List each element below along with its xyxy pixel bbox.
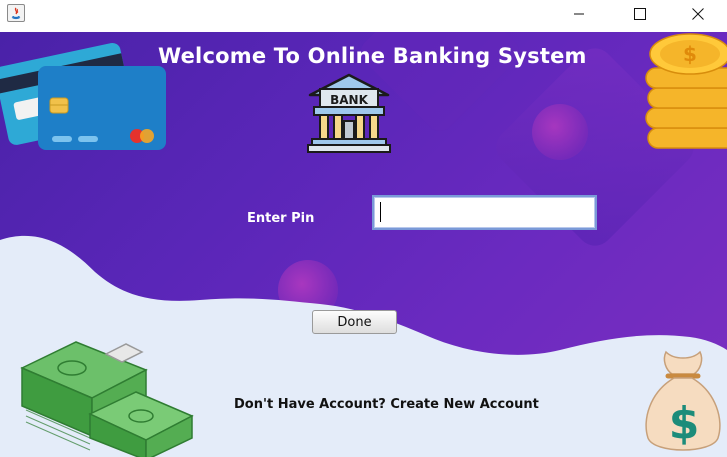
maximize-button[interactable] [617, 0, 663, 28]
close-icon [692, 8, 704, 20]
login-panel: Welcome To Online Banking System BANK $ … [0, 32, 727, 457]
cash-stack-icon [20, 341, 194, 457]
done-button[interactable]: Done [312, 310, 397, 334]
pin-label: Enter Pin [247, 211, 315, 226]
text-caret [380, 202, 381, 222]
close-button[interactable] [675, 0, 721, 28]
maximize-icon [634, 8, 646, 20]
pin-input[interactable] [372, 195, 597, 230]
page-title: Welcome To Online Banking System [158, 44, 587, 68]
bank-building-icon: BANK [307, 73, 391, 153]
money-bag-icon: $ [645, 350, 721, 451]
minimize-button[interactable] [556, 0, 602, 28]
coin-dollar-sign: $ [683, 42, 697, 66]
java-icon[interactable] [7, 4, 25, 22]
create-account-link[interactable]: Don't Have Account? Create New Account [234, 397, 539, 412]
coin-stack-icon: $ [645, 33, 727, 149]
minimize-icon [574, 13, 584, 15]
window-titlebar [0, 0, 727, 32]
bank-sign-text: BANK [330, 93, 368, 107]
credit-cards-icon [0, 43, 166, 150]
bag-dollar-sign: $ [669, 398, 700, 449]
